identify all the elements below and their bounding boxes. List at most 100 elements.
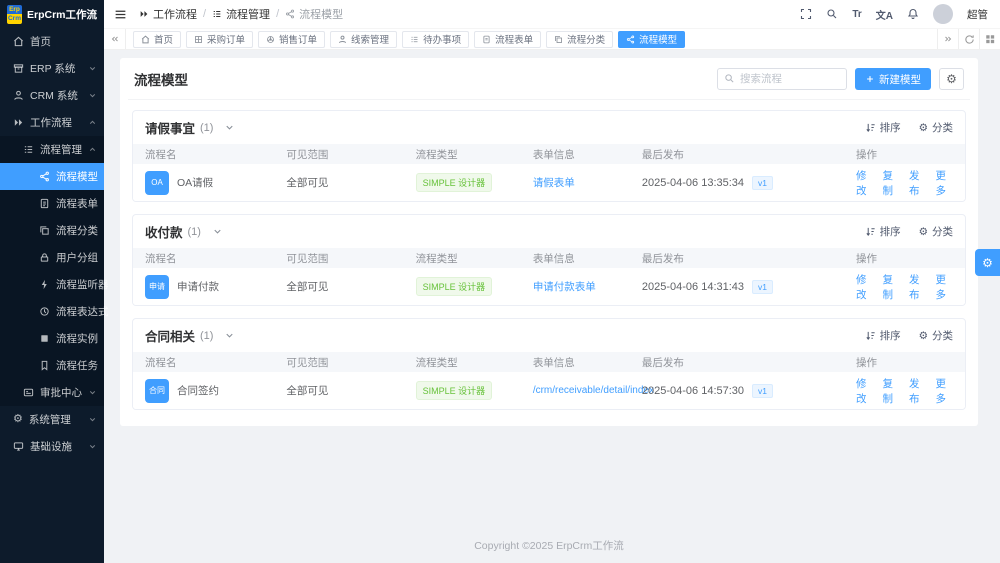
gear-icon: ⚙	[918, 121, 928, 134]
username[interactable]: 超管	[967, 7, 988, 22]
lock-icon	[40, 253, 49, 262]
sidebar-item-process-category[interactable]: 流程分类	[0, 217, 104, 244]
sort-button[interactable]: 排序	[865, 224, 901, 239]
sidebar-item-crm[interactable]: CRM 系统	[0, 82, 104, 109]
breadcrumb-item-process-mgmt[interactable]: 流程管理	[212, 6, 270, 22]
sort-icon	[866, 331, 875, 341]
new-model-button[interactable]: 新建模型	[855, 68, 931, 90]
list-icon	[24, 146, 33, 153]
sort-icon	[866, 227, 875, 237]
search-input[interactable]	[717, 68, 847, 90]
version-badge: v1	[752, 279, 774, 294]
category-button[interactable]: ⚙ 分类	[919, 120, 953, 135]
bell-icon[interactable]	[907, 8, 919, 20]
sidebar-item-process-mgmt[interactable]: 流程管理	[0, 136, 104, 163]
sidebar-item-infrastructure[interactable]: 基础设施	[0, 433, 104, 460]
share-nodes-icon	[627, 35, 635, 43]
form-link[interactable]: 请假表单	[533, 175, 642, 190]
publish-link[interactable]: 发布	[909, 272, 926, 302]
sidebar-item-erp[interactable]: ERP 系统	[0, 55, 104, 82]
published-cell: 2025-04-06 14:31:43 v1	[642, 279, 856, 294]
top-header: 工作流程 / 流程管理 / 流程模型 Tr 文A 超管	[104, 0, 1000, 28]
tab-leads[interactable]: 线索管理	[330, 30, 398, 48]
tab-bar: 首页 采购订单 销售订单 线索管理 待办事项 流程表单 流程分类 流程模型	[104, 28, 1000, 50]
gear-icon: ⚙	[946, 72, 957, 86]
copy-link[interactable]: 复制	[882, 168, 899, 198]
form-link[interactable]: /crm/receivable/detail/index	[533, 385, 654, 396]
bookmark-icon	[41, 360, 48, 371]
tab-todo[interactable]: 待办事项	[402, 30, 470, 48]
more-link[interactable]: 更多	[935, 168, 952, 198]
tab-sales-orders[interactable]: 销售订单	[258, 30, 326, 48]
sidebar-item-process-instance[interactable]: 流程实例	[0, 325, 104, 352]
sidebar-item-home[interactable]: 首页	[0, 28, 104, 55]
search-icon	[725, 74, 734, 83]
translate-icon[interactable]: 文A	[876, 7, 893, 22]
process-name-cell: OA OA请假	[145, 170, 286, 195]
chevron-down-icon	[89, 94, 96, 98]
refresh-icon[interactable]	[958, 29, 979, 49]
app-logo[interactable]: Erp Crm ErpCrm工作流	[0, 0, 104, 28]
edit-link[interactable]: 修改	[856, 272, 873, 302]
floating-settings-button[interactable]: ⚙	[975, 249, 1000, 276]
tabs-scroll-right[interactable]	[937, 29, 958, 49]
sidebar-item-user-group[interactable]: 用户分组	[0, 244, 104, 271]
sort-button[interactable]: 排序	[865, 328, 901, 343]
sidebar-item-workflow[interactable]: 工作流程	[0, 109, 104, 136]
tab-process-form[interactable]: 流程表单	[474, 30, 542, 48]
search-icon[interactable]	[826, 8, 838, 20]
tab-purchase-orders[interactable]: 采购订单	[186, 30, 254, 48]
tabs-scroll-left[interactable]	[104, 29, 126, 49]
edit-link[interactable]: 修改	[856, 376, 873, 406]
group-header: 请假事宜 (1) 排序 ⚙ 分类	[133, 111, 965, 144]
process-name-cell: 合同 合同签约	[145, 378, 286, 403]
copy-link[interactable]: 复制	[882, 272, 899, 302]
settings-button[interactable]: ⚙	[939, 68, 964, 90]
page-content: 流程模型 新建模型 ⚙ 请假事宜 (1)	[104, 50, 1000, 563]
sort-button[interactable]: 排序	[865, 120, 901, 135]
group-tools: 排序 ⚙ 分类	[865, 328, 953, 343]
font-size-icon[interactable]: Tr	[852, 9, 861, 20]
breadcrumb-item-workflow[interactable]: 工作流程	[139, 6, 197, 22]
form-link[interactable]: 申请付款表单	[533, 279, 642, 294]
sidebar-item-process-listener[interactable]: 流程监听器	[0, 271, 109, 298]
publish-link[interactable]: 发布	[909, 376, 926, 406]
avatar[interactable]	[933, 4, 953, 24]
sidebar-item-process-model[interactable]: 流程模型	[0, 163, 104, 190]
model-group-leave: 请假事宜 (1) 排序 ⚙ 分类 流程名 可见范围 流程类型 表单信息 最后发布…	[132, 110, 966, 202]
group-header: 收付款 (1) 排序 ⚙ 分类	[133, 215, 965, 248]
table-row: OA OA请假 全部可见 SIMPLE 设计器 请假表单 2025-04-06 …	[133, 164, 965, 201]
tab-process-category[interactable]: 流程分类	[546, 30, 614, 48]
gear-icon: ⚙	[982, 255, 993, 270]
scope-cell: 全部可见	[286, 281, 329, 293]
chevron-down-icon[interactable]	[224, 330, 235, 341]
category-button[interactable]: ⚙ 分类	[919, 328, 953, 343]
hamburger-menu-icon[interactable]	[114, 8, 127, 21]
category-button[interactable]: ⚙ 分类	[919, 224, 953, 239]
breadcrumb-separator: /	[276, 8, 280, 20]
fullscreen-icon[interactable]	[800, 8, 812, 20]
edit-link[interactable]: 修改	[856, 168, 873, 198]
tab-process-model[interactable]: 流程模型	[618, 30, 686, 48]
sidebar-item-process-form[interactable]: 流程表单	[0, 190, 104, 217]
workflow-icon	[14, 119, 23, 126]
layout-grid-icon[interactable]	[979, 29, 1000, 49]
more-link[interactable]: 更多	[935, 272, 952, 302]
chevron-down-icon	[89, 67, 96, 71]
sidebar-item-system-mgmt[interactable]: ⚙ 系统管理	[0, 406, 104, 433]
process-name-cell: 申请 申请付款	[145, 274, 286, 299]
sidebar-item-process-expression[interactable]: 流程表达式	[0, 298, 109, 325]
copy-link[interactable]: 复制	[882, 376, 899, 406]
more-link[interactable]: 更多	[935, 376, 952, 406]
tab-home[interactable]: 首页	[133, 30, 182, 48]
sidebar-item-approval-center[interactable]: 审批中心	[0, 379, 104, 406]
workflow-icon	[140, 11, 148, 17]
chevron-down-icon[interactable]	[212, 226, 223, 237]
chevron-up-icon	[89, 147, 96, 151]
erp-box-icon	[13, 64, 24, 73]
sidebar-item-process-task[interactable]: 流程任务	[0, 352, 104, 379]
home-icon	[14, 36, 23, 47]
publish-link[interactable]: 发布	[909, 168, 926, 198]
chevron-down-icon[interactable]	[224, 122, 235, 133]
table-header: 流程名 可见范围 流程类型 表单信息 最后发布 操作	[133, 248, 965, 268]
